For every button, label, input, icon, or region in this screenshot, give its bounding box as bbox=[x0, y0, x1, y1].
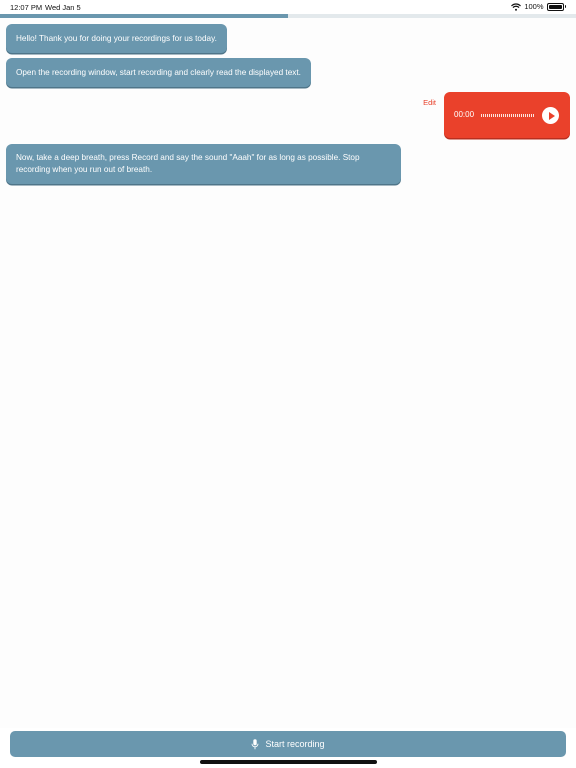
play-icon bbox=[548, 111, 555, 120]
audio-duration: 00:00 bbox=[454, 110, 475, 119]
battery-cap bbox=[564, 5, 566, 8]
microphone-icon bbox=[252, 738, 259, 749]
play-button[interactable] bbox=[542, 107, 559, 124]
status-indicators: 100% bbox=[511, 2, 566, 11]
start-recording-button[interactable]: Start recording bbox=[10, 731, 566, 757]
status-bar: 12:07 PM Wed Jan 5 100% bbox=[0, 0, 576, 14]
edit-link[interactable]: Edit bbox=[423, 98, 436, 107]
start-recording-label: Start recording bbox=[265, 739, 325, 749]
chat-area[interactable]: Hello! Thank you for doing your recordin… bbox=[0, 18, 576, 728]
waveform bbox=[481, 114, 535, 117]
status-date: Wed Jan 5 bbox=[45, 3, 81, 12]
audio-message-bubble: 00:00 bbox=[444, 92, 570, 138]
wifi-icon bbox=[511, 2, 522, 11]
battery-icon bbox=[546, 2, 564, 11]
status-time: 12:07 PM bbox=[10, 3, 43, 12]
message-bubble: Now, take a deep breath, press Record an… bbox=[6, 144, 401, 184]
message-bubble: Open the recording window, start recordi… bbox=[6, 58, 311, 87]
message-bubble: Hello! Thank you for doing your recordin… bbox=[6, 24, 227, 53]
home-indicator bbox=[200, 760, 377, 764]
battery-percentage: 100% bbox=[524, 2, 544, 11]
